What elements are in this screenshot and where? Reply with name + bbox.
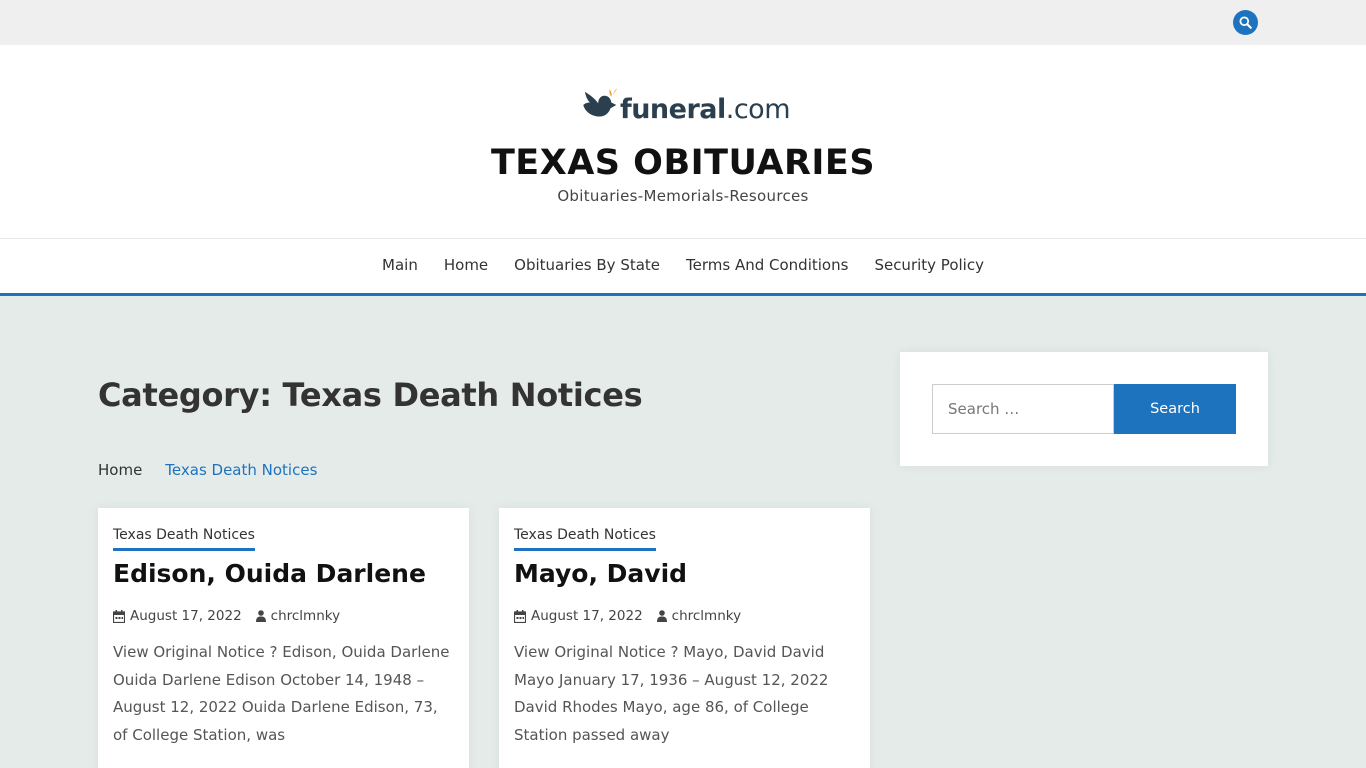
nav-item-main[interactable]: Main — [382, 256, 418, 274]
calendar-icon — [113, 609, 125, 623]
post-meta: August 17, 2022 chrclmnky — [514, 608, 741, 624]
breadcrumb-home-link[interactable]: Home — [98, 461, 142, 479]
post-author-link[interactable]: chrclmnky — [271, 608, 340, 624]
nav-item-obituaries-by-state[interactable]: Obituaries By State — [514, 256, 660, 274]
user-icon — [656, 610, 667, 622]
post-author-link[interactable]: chrclmnky — [672, 608, 741, 624]
user-icon — [255, 610, 266, 622]
breadcrumb-current-link[interactable]: Texas Death Notices — [165, 461, 317, 479]
search-widget: Search — [900, 352, 1268, 466]
page-title: Category: Texas Death Notices — [98, 376, 643, 414]
nav-item-home[interactable]: Home — [444, 256, 488, 274]
site-logo[interactable]: funeral.com — [580, 75, 791, 127]
calendar-icon — [514, 609, 526, 623]
search-icon — [1239, 16, 1252, 29]
search-input[interactable] — [932, 384, 1114, 434]
post-card: Texas Death Notices Mayo, David August 1… — [499, 508, 870, 768]
post-category-link[interactable]: Texas Death Notices — [514, 527, 656, 551]
site-header: funeral.com TEXAS OBITUARIES Obituaries-… — [0, 45, 1366, 238]
post-date-link[interactable]: August 17, 2022 — [531, 608, 643, 624]
nav-item-security-policy[interactable]: Security Policy — [874, 256, 984, 274]
post-excerpt: View Original Notice ? Mayo, David David… — [514, 643, 829, 744]
post-excerpt: View Original Notice ? Edison, Ouida Dar… — [113, 643, 450, 744]
dove-icon — [583, 88, 618, 117]
main-navigation: Main Home Obituaries By State Terms And … — [0, 238, 1366, 296]
post-meta: August 17, 2022 chrclmnky — [113, 608, 340, 624]
search-toggle-button[interactable] — [1233, 10, 1258, 35]
post-card: Texas Death Notices Edison, Ouida Darlen… — [98, 508, 469, 768]
post-title-link[interactable]: Edison, Ouida Darlene — [113, 559, 426, 588]
site-title[interactable]: TEXAS OBITUARIES — [0, 143, 1366, 183]
search-button[interactable]: Search — [1114, 384, 1236, 434]
post-category-link[interactable]: Texas Death Notices — [113, 527, 255, 551]
nav-item-terms-and-conditions[interactable]: Terms And Conditions — [686, 256, 848, 274]
post-title-link[interactable]: Mayo, David — [514, 559, 687, 588]
logo-text: funeral.com — [619, 94, 791, 125]
breadcrumb: Home Texas Death Notices — [98, 461, 317, 479]
site-tagline: Obituaries-Memorials-Resources — [557, 187, 809, 205]
top-bar — [0, 0, 1366, 45]
post-date-link[interactable]: August 17, 2022 — [130, 608, 242, 624]
